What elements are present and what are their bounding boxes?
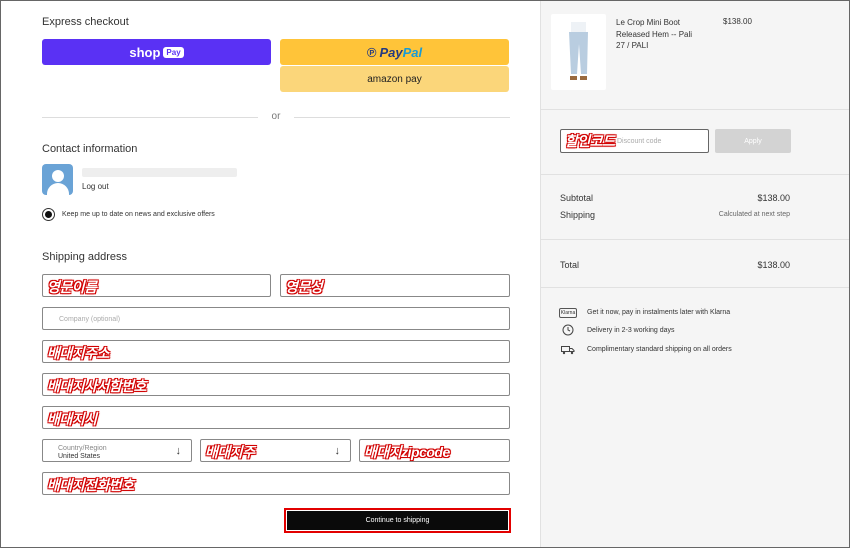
window-border [0,0,850,548]
